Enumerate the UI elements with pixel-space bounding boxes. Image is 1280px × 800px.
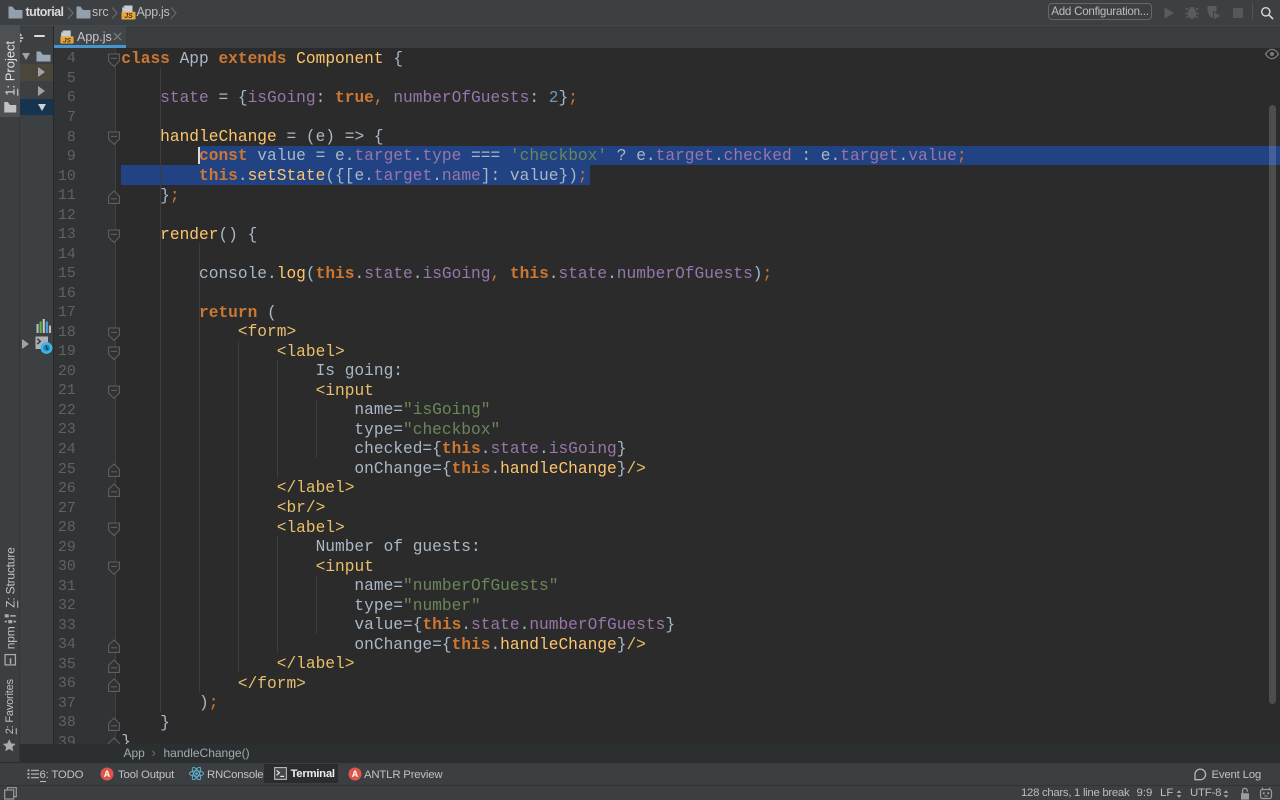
svg-text:JS: JS xyxy=(124,13,133,20)
svg-text:JS: JS xyxy=(63,37,72,44)
svg-text:A: A xyxy=(352,769,359,779)
svg-text:A: A xyxy=(103,769,110,779)
